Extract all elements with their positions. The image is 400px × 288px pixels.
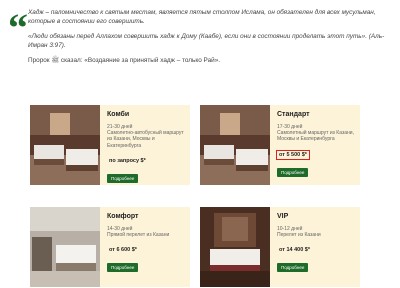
hotel-room-photo xyxy=(30,105,100,185)
card-title: Стандарт xyxy=(277,111,310,118)
card-price: от 5 500 $* xyxy=(276,149,310,160)
details-button[interactable]: Подробнее xyxy=(277,167,309,177)
card-description: Самолетно-автобусный маршрут из Казани, … xyxy=(107,130,184,149)
card-title: Комфорт xyxy=(107,213,139,220)
intro-text: Хадж – паломничество к святым местам, яв… xyxy=(28,8,388,65)
card-price: от 14 400 $* xyxy=(279,247,310,254)
quote-icon: “ xyxy=(8,5,28,50)
tour-card-comfort: Комфорт 14-30 дней Прямой перелет из Каз… xyxy=(30,207,190,287)
card-title: VIP xyxy=(277,213,289,220)
card-price: от 6 600 $* xyxy=(109,247,137,254)
intro-paragraph-quran: «Люди обязаны перед Аллахом совершить ха… xyxy=(28,33,385,49)
intro-paragraph-hajj: Хадж – паломничество к святым местам, яв… xyxy=(28,9,376,25)
card-description: Самолетный маршрут из Казани, Москвы и Е… xyxy=(277,130,354,143)
tour-card-vip: VIP 10-12 дней Перелет из Казани от 14 4… xyxy=(200,207,360,287)
details-button[interactable]: Подробнее xyxy=(107,173,139,183)
tour-card-standard: Стандарт 17-30 дней Самолетный маршрут и… xyxy=(200,105,360,185)
card-price: по запросу $* xyxy=(109,157,146,164)
hotel-room-photo xyxy=(200,207,270,287)
hotel-room-photo xyxy=(200,105,270,185)
card-title: Комби xyxy=(107,111,130,118)
tour-card-kombi: Комби 21-30 дней Самолетно-автобусный ма… xyxy=(30,105,190,185)
card-description: Прямой перелет из Казани xyxy=(107,232,170,239)
details-button[interactable]: Подробнее xyxy=(107,263,139,273)
intro-paragraph-hadith: Пророк ﷺ сказал: «Воздаяние за принятый … xyxy=(28,57,221,64)
details-button[interactable]: Подробнее xyxy=(277,263,309,273)
card-description: Перелет из Казани xyxy=(277,232,321,239)
hotel-room-photo xyxy=(30,207,100,287)
intro-section: “ Хадж – паломничество к святым местам, … xyxy=(8,8,388,71)
